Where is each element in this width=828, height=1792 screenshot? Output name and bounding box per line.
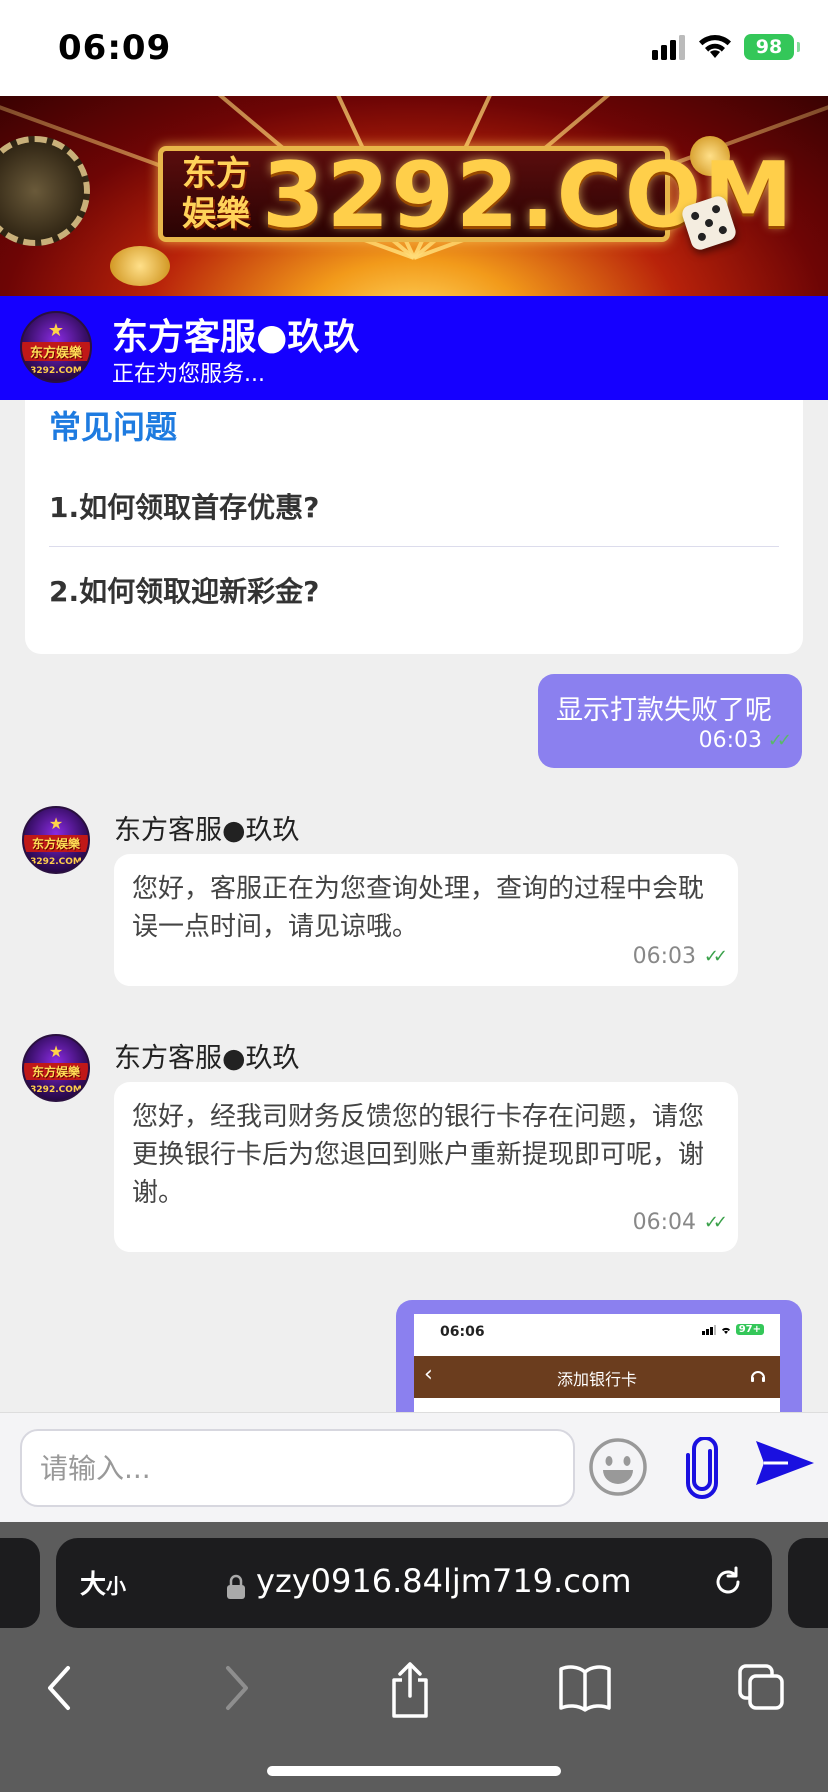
status-bar: 06:09 98	[0, 0, 828, 96]
send-button[interactable]	[754, 1437, 816, 1489]
faq-item[interactable]: 1.如何领取首存优惠?	[49, 486, 779, 526]
battery-level: 98	[755, 36, 783, 58]
message-text: 显示打款失败了呢	[556, 695, 772, 726]
agent-avatar[interactable]: ★ 东方娱樂 3292.COM	[22, 1034, 90, 1102]
gold-coin-icon	[110, 246, 170, 286]
thumbnail-status-icons: 97+	[701, 1324, 764, 1335]
text-size-button[interactable]: 大小	[80, 1564, 126, 1601]
casino-chip-icon	[0, 136, 90, 246]
bookmarks-icon[interactable]	[558, 1660, 612, 1716]
message-time: 06:03	[632, 944, 696, 969]
faq-title: 常见问题	[49, 408, 178, 446]
screenshot-thumbnail[interactable]: 06:06 97+ ‹ 添加银行卡	[414, 1314, 780, 1412]
read-check-icon: ✓✓	[703, 946, 728, 967]
star-icon: ★	[47, 319, 65, 341]
faq-card: 常见问题 1.如何领取首存优惠? 2.如何领取迎新彩金?	[25, 400, 803, 654]
status-icons: 98	[652, 34, 800, 60]
agent-status: 正在为您服务...	[112, 362, 265, 387]
address-bar[interactable]: 大小 yzy0916.84ljm719.com	[56, 1538, 772, 1628]
smiley-icon	[589, 1438, 647, 1496]
star-icon: ★	[48, 1042, 64, 1062]
back-icon[interactable]	[40, 1660, 80, 1716]
prev-tab-preview[interactable]	[0, 1538, 40, 1628]
incoming-message[interactable]: 您好，客服正在为您查询处理，查询的过程中会耽误一点时间，请见谅哦。 06:03 …	[114, 854, 738, 986]
headset-icon	[751, 1371, 765, 1382]
wifi-icon	[721, 1327, 730, 1334]
browser-toolbar: 大小 yzy0916.84ljm719.com	[0, 1522, 828, 1792]
composer-bar	[0, 1412, 828, 1522]
battery-indicator: 98	[744, 34, 800, 60]
lock-icon	[227, 1574, 245, 1599]
forward-icon[interactable]	[216, 1660, 256, 1716]
status-time: 06:09	[58, 28, 172, 68]
share-icon[interactable]	[386, 1660, 434, 1720]
read-check-icon: ✓✓	[703, 1212, 728, 1233]
send-icon	[756, 1441, 814, 1485]
message-text: 您好，经我司财务反馈您的银行卡存在问题，请您更换银行卡后为您退回到账户重新提现即…	[132, 1102, 705, 1208]
agent-avatar[interactable]: ★ 东方娱樂 3292.COM	[22, 806, 90, 874]
star-icon: ★	[48, 814, 64, 834]
browser-nav-row	[0, 1646, 828, 1736]
message-time: 06:04	[632, 1210, 696, 1235]
agent-avatar[interactable]: ★ 东方娱樂 3292.COM	[20, 311, 92, 383]
attach-button[interactable]	[680, 1437, 724, 1499]
url-text: yzy0916.84ljm719.com	[256, 1562, 632, 1600]
reload-icon[interactable]	[708, 1562, 748, 1602]
read-check-icon: ✓✓	[767, 730, 792, 751]
paperclip-icon	[686, 1437, 718, 1499]
signal-icon	[652, 35, 685, 60]
thumbnail-time: 06:06	[440, 1324, 485, 1340]
tabs-icon[interactable]	[736, 1660, 786, 1716]
thumbnail-battery: 97+	[735, 1324, 764, 1335]
sender-name: 东方客服●玖玖	[114, 1043, 300, 1074]
home-indicator	[267, 1766, 561, 1776]
message-input[interactable]	[20, 1429, 575, 1507]
outgoing-image-message[interactable]: 06:06 97+ ‹ 添加银行卡	[396, 1300, 802, 1412]
sender-name: 东方客服●玖玖	[114, 815, 300, 846]
banner-brand-cn: 东方娱樂	[182, 154, 250, 234]
thumbnail-title: 添加银行卡	[556, 1370, 637, 1389]
message-time: 06:03	[698, 728, 762, 753]
outgoing-message[interactable]: 显示打款失败了呢 06:03 ✓✓	[538, 674, 802, 768]
next-tab-preview[interactable]	[788, 1538, 828, 1628]
thumbnail-navbar: ‹ 添加银行卡	[414, 1356, 780, 1398]
message-text: 您好，客服正在为您查询处理，查询的过程中会耽误一点时间，请见谅哦。	[132, 874, 705, 942]
faq-item[interactable]: 2.如何领取迎新彩金?	[49, 570, 779, 610]
chat-header: ★ 东方娱樂 3292.COM 东方客服●玖玖 正在为您服务...	[0, 296, 828, 400]
agent-name: 东方客服●玖玖	[112, 317, 360, 358]
divider	[49, 546, 779, 547]
signal-icon	[701, 1324, 716, 1335]
wifi-icon	[699, 35, 731, 58]
incoming-message[interactable]: 您好，经我司财务反馈您的银行卡存在问题，请您更换银行卡后为您退回到账户重新提现即…	[114, 1082, 738, 1252]
emoji-button[interactable]	[588, 1437, 648, 1497]
promo-banner: 东方娱樂 3292.COM	[0, 96, 828, 296]
